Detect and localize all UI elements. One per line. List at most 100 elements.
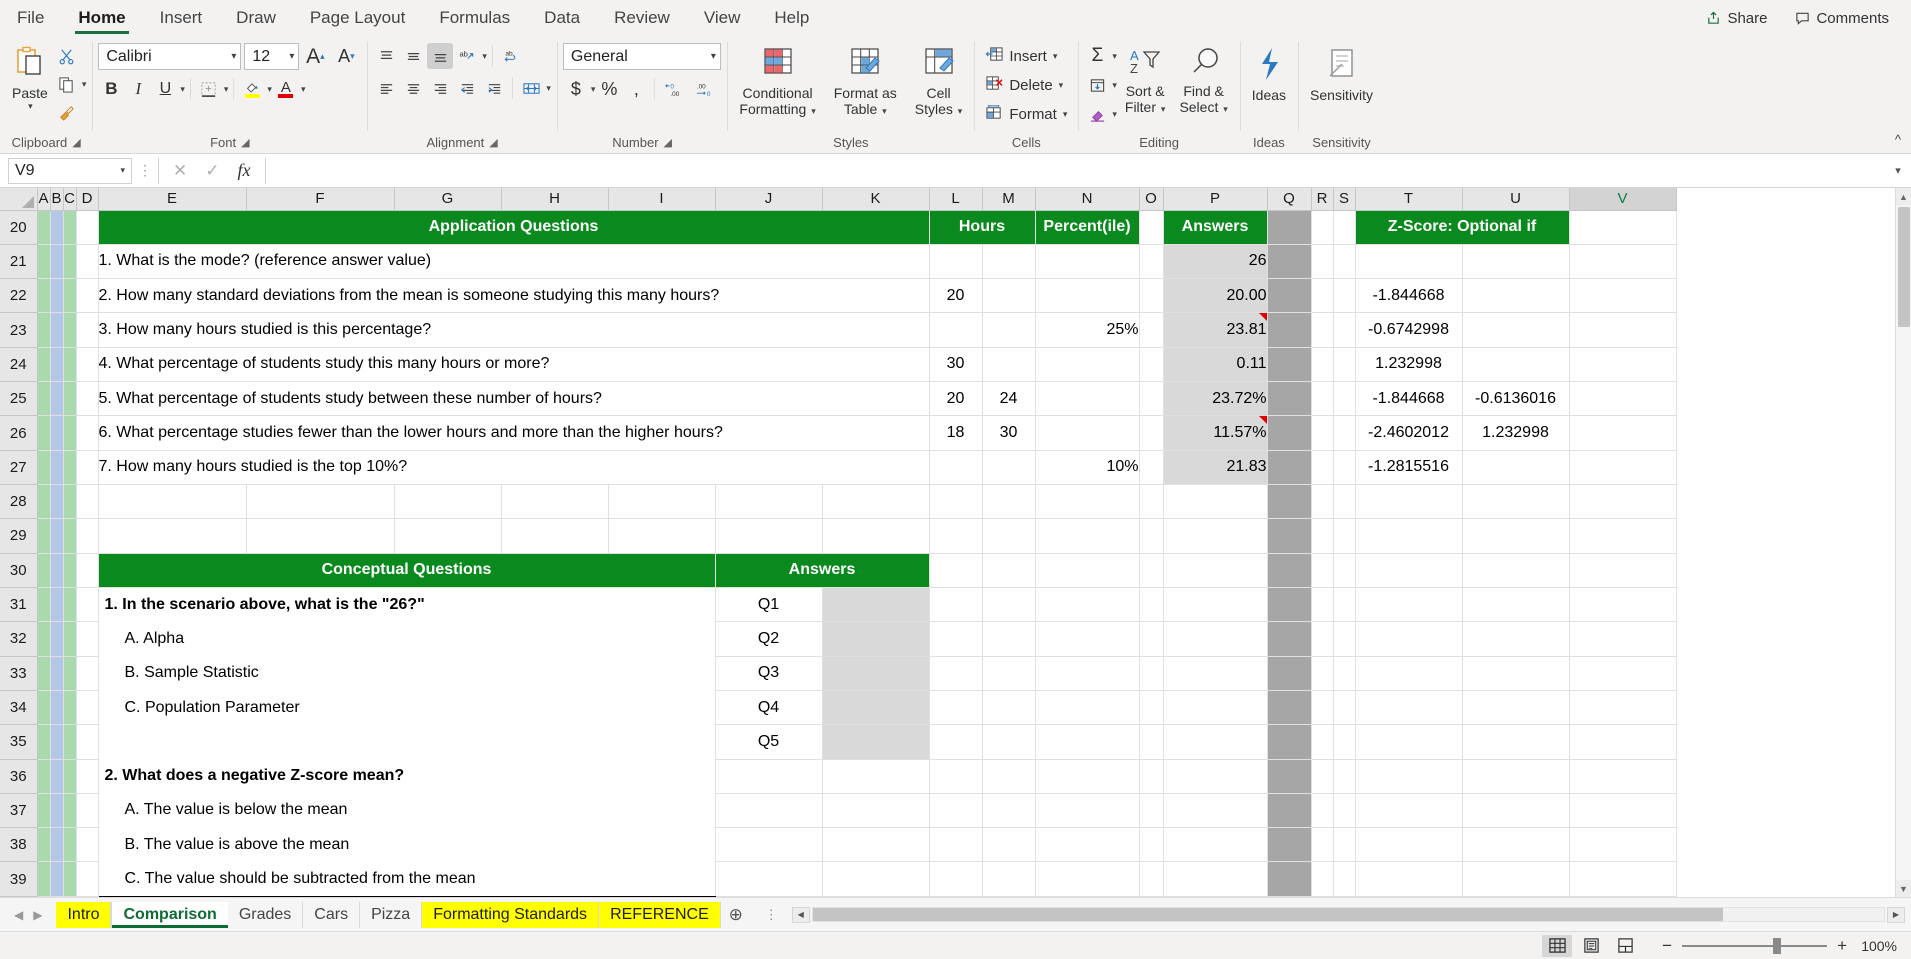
grid-cell[interactable] bbox=[76, 690, 99, 726]
grid-cell[interactable] bbox=[929, 759, 983, 794]
grid-cell[interactable] bbox=[1139, 210, 1164, 245]
select-all-corner[interactable] bbox=[0, 188, 38, 211]
grid-cell[interactable] bbox=[1163, 861, 1268, 897]
number-dialog-launcher[interactable]: ◢ bbox=[664, 133, 672, 153]
grid-cell[interactable] bbox=[37, 861, 51, 897]
grid-cell[interactable] bbox=[1333, 381, 1356, 417]
chevron-down-icon[interactable]: ▾ bbox=[283, 51, 294, 62]
conceptual-choice[interactable]: C. Population Parameter bbox=[97, 690, 716, 725]
grid-cell[interactable] bbox=[37, 518, 51, 554]
grid-cell[interactable] bbox=[1139, 621, 1164, 657]
zscore-cell-2[interactable]: -0.6136016 bbox=[1461, 381, 1570, 417]
italic-button[interactable]: I bbox=[125, 76, 151, 102]
zscore-cell-2[interactable] bbox=[1461, 312, 1570, 348]
grid-cell[interactable] bbox=[1311, 656, 1334, 691]
grid-cell[interactable] bbox=[1333, 312, 1356, 348]
grid-cell[interactable] bbox=[1355, 587, 1463, 623]
grid-cell[interactable] bbox=[1139, 759, 1164, 794]
conceptual-answer-input[interactable] bbox=[821, 655, 930, 691]
column-header-q[interactable]: Q bbox=[1267, 188, 1312, 211]
increase-decimal-button[interactable]: 0.00 bbox=[660, 76, 690, 102]
column-header-e[interactable]: E bbox=[98, 188, 247, 211]
grid-cell[interactable] bbox=[1267, 244, 1312, 280]
grid-cell[interactable] bbox=[1569, 587, 1677, 623]
tab-home[interactable]: Home bbox=[61, 0, 142, 36]
grid-cell[interactable] bbox=[1569, 381, 1677, 417]
grid-cell[interactable] bbox=[1163, 621, 1268, 657]
grid-cell[interactable] bbox=[63, 415, 77, 451]
ideas-button[interactable]: Ideas bbox=[1246, 43, 1292, 106]
grid-cell[interactable] bbox=[37, 244, 51, 280]
column-header-f[interactable]: F bbox=[246, 188, 395, 211]
grid-cell[interactable] bbox=[1139, 656, 1164, 691]
grid-cell[interactable] bbox=[1355, 861, 1463, 897]
comments-button[interactable]: Comments bbox=[1785, 6, 1899, 31]
conceptual-answer-label[interactable]: Q3 bbox=[714, 655, 823, 691]
fill-color-button[interactable] bbox=[239, 76, 265, 102]
tab-formulas[interactable]: Formulas bbox=[422, 0, 527, 36]
grid-cell[interactable] bbox=[1333, 415, 1356, 451]
grid-cell[interactable] bbox=[1462, 827, 1570, 863]
grid-cell[interactable] bbox=[1462, 587, 1570, 623]
grid-cell[interactable] bbox=[50, 553, 64, 588]
grid-cell[interactable] bbox=[1311, 587, 1334, 623]
chevron-down-icon[interactable]: ▾ bbox=[224, 84, 229, 95]
conceptual-choice[interactable]: A. The value is below the mean bbox=[97, 793, 716, 828]
add-sheet-button[interactable]: ⊕ bbox=[721, 905, 751, 925]
zscore-cell-1[interactable]: -1.844668 bbox=[1354, 381, 1463, 417]
percent-format-button[interactable]: % bbox=[596, 76, 622, 102]
decrease-indent-button[interactable] bbox=[454, 75, 480, 101]
grid-cell[interactable] bbox=[1267, 759, 1312, 794]
grid-cell[interactable] bbox=[1139, 450, 1164, 486]
chevron-down-icon[interactable]: ▾ bbox=[546, 83, 551, 94]
chevron-down-icon[interactable]: ▾ bbox=[28, 101, 33, 111]
column-header-g[interactable]: G bbox=[394, 188, 502, 211]
grid-cell[interactable] bbox=[1462, 553, 1570, 588]
hours-lower-cell[interactable] bbox=[928, 243, 983, 280]
grid-cell[interactable] bbox=[1311, 827, 1334, 863]
grid-cell[interactable] bbox=[1163, 518, 1268, 554]
grid-cell[interactable] bbox=[1462, 518, 1570, 554]
grid-cell[interactable] bbox=[1569, 724, 1677, 760]
hours-lower-cell[interactable]: 18 bbox=[928, 415, 983, 451]
grid-cell[interactable] bbox=[822, 484, 930, 520]
vertical-scroll-thumb[interactable] bbox=[1897, 207, 1910, 327]
grid-cell[interactable] bbox=[982, 827, 1036, 863]
grid-cell[interactable] bbox=[1311, 381, 1334, 417]
row-header-31[interactable]: 31 bbox=[0, 587, 38, 623]
app-questions-title[interactable]: Application Questions bbox=[97, 209, 930, 245]
grid-cell[interactable] bbox=[1462, 861, 1570, 897]
grid-cell[interactable] bbox=[1035, 587, 1140, 623]
grid-cell[interactable] bbox=[1311, 690, 1334, 726]
scroll-left-arrow[interactable]: ◀ bbox=[791, 906, 810, 923]
grid-cell[interactable] bbox=[1139, 690, 1164, 726]
chevron-down-icon[interactable]: ▾ bbox=[958, 106, 963, 116]
grid-cell[interactable] bbox=[1139, 312, 1164, 348]
conceptual-answer-label[interactable]: Q4 bbox=[714, 689, 823, 726]
grid-cell[interactable] bbox=[1311, 621, 1334, 657]
grid-cell[interactable] bbox=[1569, 450, 1677, 486]
grid-cell[interactable] bbox=[1267, 587, 1312, 623]
sheet-menu-handle[interactable]: ⋮ bbox=[751, 907, 792, 923]
conceptual-choice[interactable] bbox=[97, 724, 716, 759]
grid-cell[interactable] bbox=[1311, 450, 1334, 486]
font-name-input[interactable]: Calibri ▾ bbox=[98, 43, 242, 70]
grid-cell[interactable] bbox=[63, 621, 77, 657]
grid-cell[interactable] bbox=[1462, 724, 1570, 760]
grid-cell[interactable] bbox=[50, 415, 64, 451]
fill-button[interactable] bbox=[1084, 72, 1110, 98]
grid-cell[interactable] bbox=[1569, 415, 1677, 451]
grid-cell[interactable] bbox=[76, 210, 99, 245]
grid-cell[interactable] bbox=[50, 861, 64, 897]
sheet-nav-arrows[interactable]: ◀ ▶ bbox=[0, 908, 56, 922]
grid-cell[interactable] bbox=[246, 518, 395, 554]
grid-cell[interactable] bbox=[76, 484, 99, 520]
grid-cell[interactable] bbox=[50, 827, 64, 863]
column-header-i[interactable]: I bbox=[608, 188, 716, 211]
grid-cell[interactable] bbox=[37, 312, 51, 348]
grid-cell[interactable] bbox=[1333, 690, 1356, 726]
grid-cell[interactable] bbox=[50, 381, 64, 417]
row-header-28[interactable]: 28 bbox=[0, 484, 38, 520]
grid-cell[interactable] bbox=[50, 347, 64, 383]
format-cells-button[interactable]: Format ▾ bbox=[980, 101, 1072, 127]
